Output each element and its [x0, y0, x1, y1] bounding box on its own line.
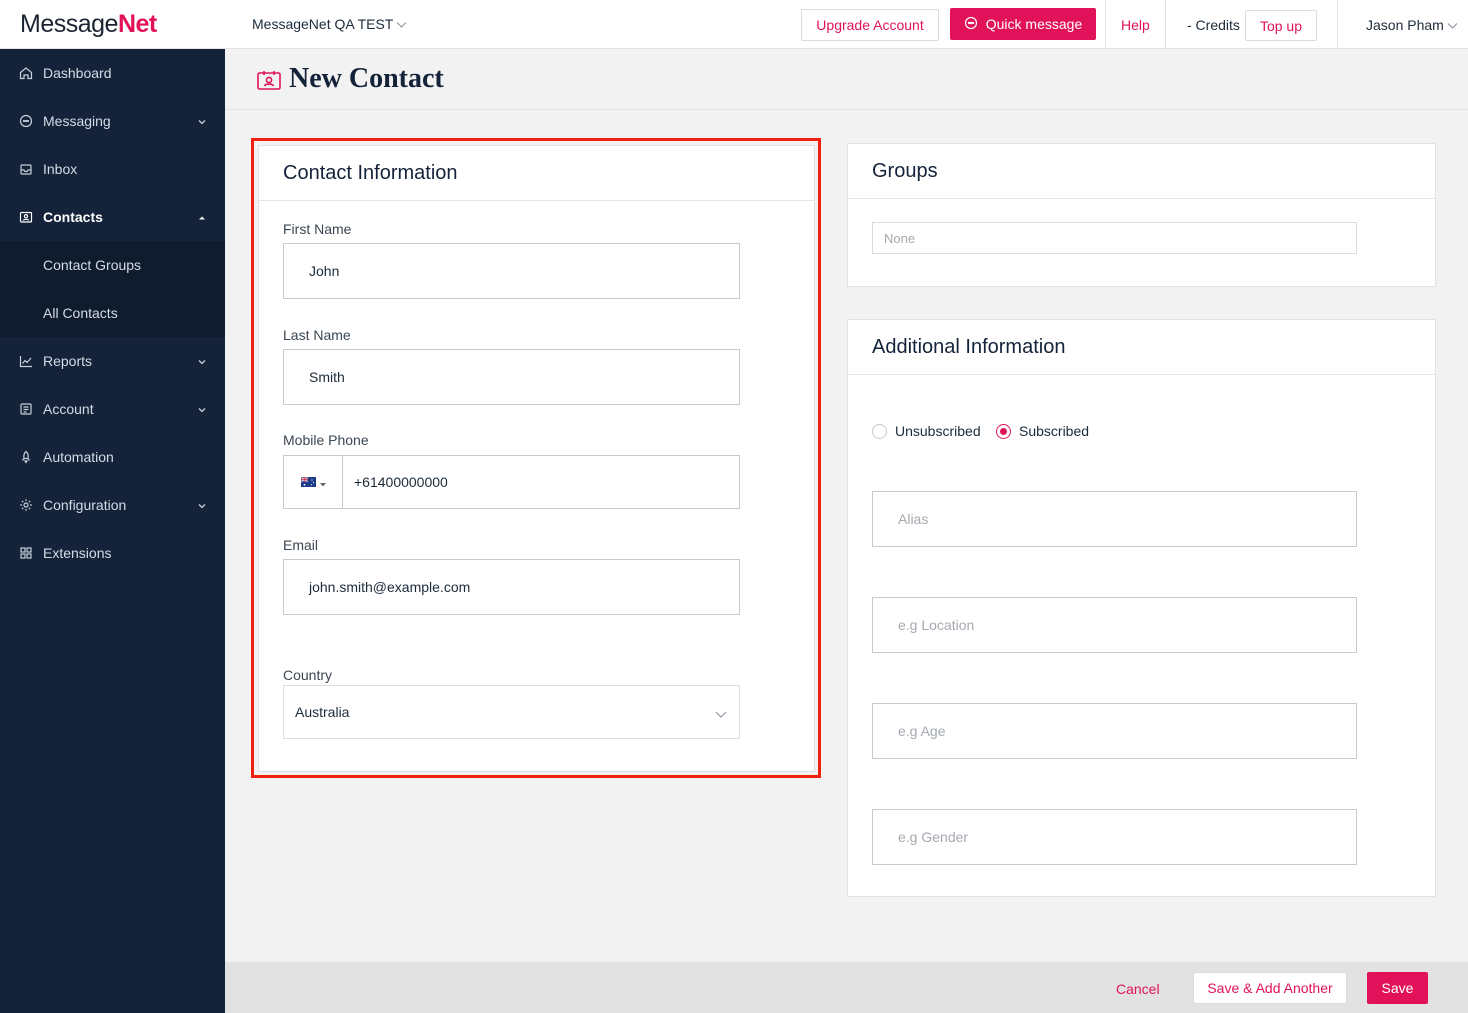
- divider: [1337, 0, 1338, 49]
- email-label: Email: [283, 537, 319, 553]
- user-name: Jason Pham: [1366, 17, 1444, 33]
- caret-down-icon: [319, 474, 326, 490]
- account-icon: [18, 402, 33, 417]
- sidebar-item-messaging[interactable]: Messaging: [0, 97, 225, 145]
- gender-field[interactable]: e.g Gender: [872, 809, 1357, 865]
- divider: [1165, 0, 1166, 49]
- sidebar-item-configuration[interactable]: Configuration: [0, 481, 225, 529]
- page-title: New Contact: [289, 63, 444, 94]
- sidebar-item-label: Inbox: [43, 161, 78, 177]
- country-select[interactable]: Australia: [283, 685, 740, 739]
- contact-information-card: Contact Information First Name John Last…: [258, 145, 815, 772]
- form-footer: Cancel Save & Add Another Save: [225, 962, 1468, 1013]
- first-name-label: First Name: [283, 221, 352, 237]
- groups-card: Groups None: [847, 143, 1436, 287]
- logo[interactable]: MessageNet: [0, 0, 225, 49]
- card-title: Contact Information: [259, 146, 814, 201]
- chat-icon: [964, 16, 978, 33]
- contact-card-icon: [257, 70, 281, 95]
- chart-icon: [18, 354, 33, 369]
- sidebar-item-label: Dashboard: [43, 65, 112, 81]
- last-name-field[interactable]: Smith: [283, 349, 740, 405]
- chevron-down-icon: [197, 354, 207, 370]
- chevron-down-icon: [197, 402, 207, 418]
- logo-text-accent: Net: [117, 9, 157, 38]
- subscribed-radio[interactable]: Subscribed: [996, 423, 1089, 439]
- credits-display: - Credits: [1187, 17, 1240, 33]
- additional-information-card: Additional Information Unsubscribed Subs…: [847, 319, 1436, 897]
- account-switcher[interactable]: MessageNet QA TEST: [252, 16, 407, 32]
- chevron-down-icon: [1447, 17, 1458, 33]
- sidebar-item-label: Automation: [43, 449, 114, 465]
- sidebar-item-label: Configuration: [43, 497, 127, 513]
- mobile-phone-label: Mobile Phone: [283, 432, 369, 448]
- upgrade-account-button[interactable]: Upgrade Account: [801, 9, 939, 41]
- top-up-button[interactable]: Top up: [1245, 10, 1317, 41]
- last-name-label: Last Name: [283, 327, 351, 343]
- contacts-subnav: Contact Groups All Contacts: [0, 241, 225, 337]
- quick-message-button[interactable]: Quick message: [950, 8, 1096, 40]
- chevron-down-icon: [396, 16, 407, 32]
- save-and-add-another-button[interactable]: Save & Add Another: [1193, 972, 1347, 1004]
- radio-unchecked: [872, 423, 887, 439]
- quick-message-label: Quick message: [985, 16, 1083, 32]
- chat-icon: [18, 114, 33, 129]
- sidebar-item-account[interactable]: Account: [0, 385, 225, 433]
- gear-icon: [18, 498, 33, 513]
- chevron-down-icon: [197, 114, 207, 130]
- card-title: Additional Information: [848, 320, 1435, 375]
- chevron-down-icon: [197, 498, 207, 514]
- cancel-button[interactable]: Cancel: [1116, 981, 1160, 997]
- chevron-up-icon: [197, 210, 207, 226]
- sidebar-item-label: Extensions: [43, 545, 112, 561]
- subscribed-label: Subscribed: [1019, 423, 1090, 439]
- user-menu[interactable]: Jason Pham: [1366, 17, 1458, 33]
- sidebar: MessageNet Dashboard Messaging Inbox Con…: [0, 0, 225, 1013]
- country-label: Country: [283, 667, 333, 683]
- inbox-icon: [18, 162, 33, 177]
- chevron-down-icon: [715, 706, 727, 722]
- contacts-icon: [18, 210, 33, 225]
- card-title: Groups: [848, 144, 1435, 199]
- country-value: Australia: [295, 704, 350, 720]
- save-button[interactable]: Save: [1367, 972, 1428, 1004]
- sidebar-item-reports[interactable]: Reports: [0, 337, 225, 385]
- sidebar-item-contacts[interactable]: Contacts: [0, 193, 225, 241]
- australia-flag-icon: [300, 474, 316, 490]
- top-bar: MessageNet QA TEST Upgrade Account Quick…: [225, 0, 1468, 49]
- age-field[interactable]: e.g Age: [872, 703, 1357, 759]
- unsubscribed-radio[interactable]: Unsubscribed: [872, 423, 981, 439]
- sidebar-item-label: Reports: [43, 353, 93, 369]
- grid-icon: [18, 546, 33, 561]
- sidebar-item-label: Account: [43, 401, 94, 417]
- first-name-field[interactable]: John: [283, 243, 740, 299]
- radio-checked: [996, 423, 1011, 439]
- sidebar-item-dashboard[interactable]: Dashboard: [0, 49, 225, 97]
- sidebar-item-contact-groups[interactable]: Contact Groups: [0, 241, 225, 289]
- sidebar-item-extensions[interactable]: Extensions: [0, 529, 225, 577]
- sidebar-item-automation[interactable]: Automation: [0, 433, 225, 481]
- home-icon: [18, 66, 33, 81]
- location-field[interactable]: e.g Location: [872, 597, 1357, 653]
- sidebar-item-label: Messaging: [43, 113, 111, 129]
- logo-text-main: Message: [20, 9, 118, 38]
- page-header: New Contact: [225, 49, 1468, 110]
- unsubscribed-label: Unsubscribed: [895, 423, 981, 439]
- account-name: MessageNet QA TEST: [252, 16, 394, 32]
- help-link[interactable]: Help: [1121, 17, 1150, 33]
- sidebar-item-inbox[interactable]: Inbox: [0, 145, 225, 193]
- sidebar-item-label: Contacts: [43, 209, 103, 225]
- groups-select[interactable]: None: [872, 222, 1357, 254]
- divider: [1105, 0, 1106, 49]
- email-field[interactable]: john.smith@example.com: [283, 559, 740, 615]
- mobile-phone-value[interactable]: +61400000000: [343, 474, 448, 490]
- sidebar-item-all-contacts[interactable]: All Contacts: [0, 289, 225, 337]
- rocket-icon: [18, 450, 33, 465]
- sidebar-nav: Dashboard Messaging Inbox Contacts Conta…: [0, 49, 225, 577]
- alias-field[interactable]: Alias: [872, 491, 1357, 547]
- mobile-phone-field: +61400000000: [283, 455, 740, 509]
- country-code-selector[interactable]: [284, 456, 343, 508]
